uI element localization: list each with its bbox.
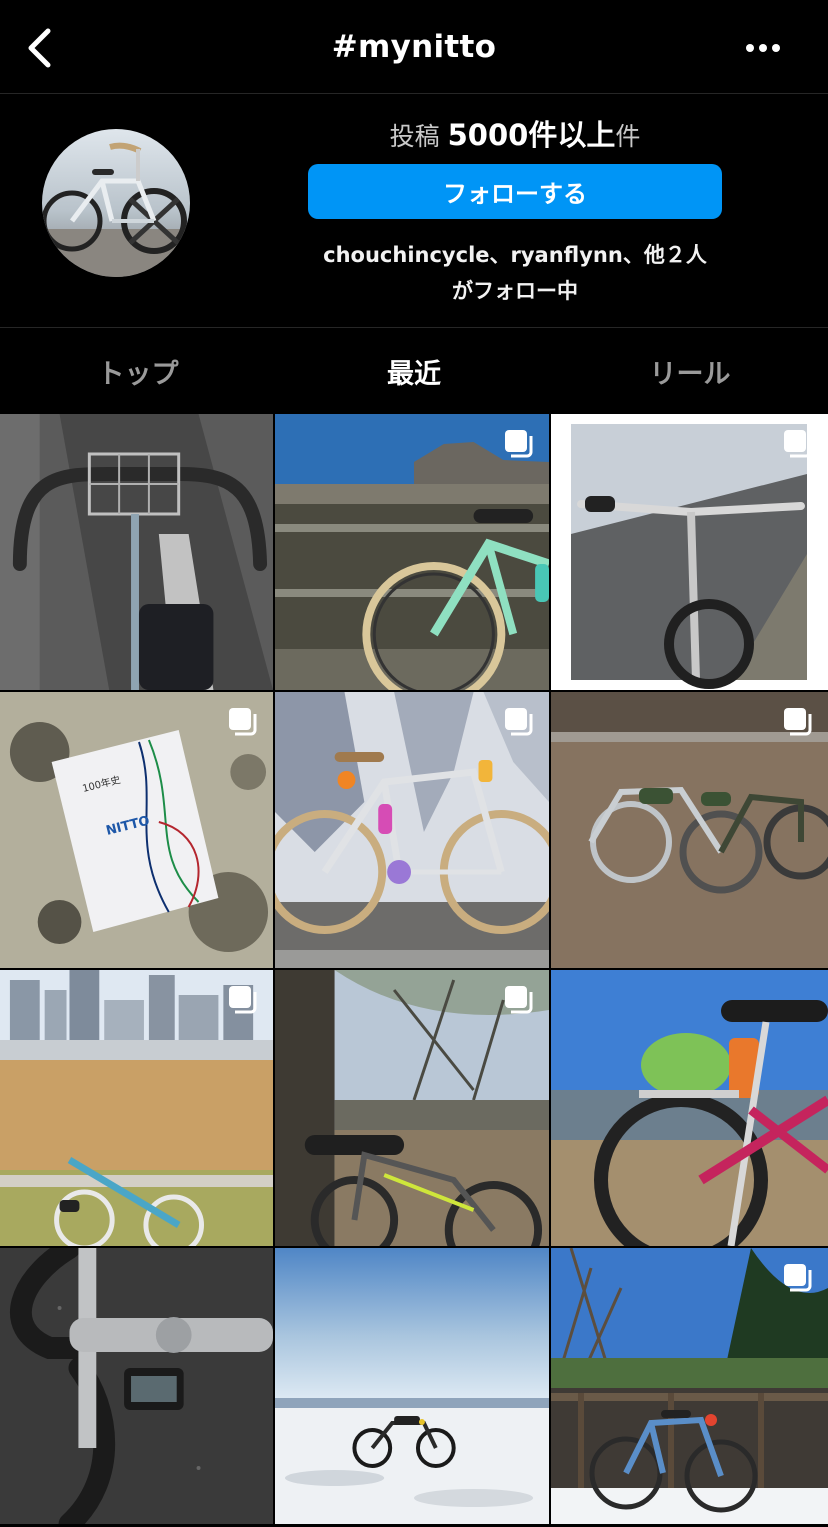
top-bar: #mynitto	[0, 0, 828, 94]
more-horizontal-icon	[746, 44, 780, 52]
multiple-photos-icon	[784, 430, 812, 458]
post-thumbnail[interactable]	[275, 692, 551, 968]
post-thumbnail[interactable]	[551, 970, 828, 1246]
post-thumbnail[interactable]	[0, 1248, 275, 1524]
post-thumbnail[interactable]	[551, 692, 828, 968]
more-options-button[interactable]	[738, 30, 788, 66]
back-button[interactable]	[22, 28, 56, 68]
multiple-photos-icon	[229, 708, 257, 736]
followed-by-suffix: がフォロー中	[452, 279, 578, 303]
hashtag-info-section: 投稿 5000件以上件 フォローする chouchincycle、ryanfly…	[0, 94, 828, 328]
post-count: 投稿 5000件以上件	[308, 112, 722, 154]
multiple-photos-icon	[784, 708, 812, 736]
post-thumbnail[interactable]	[551, 414, 828, 690]
multiple-photos-icon	[505, 430, 533, 458]
hashtag-avatar	[42, 129, 190, 277]
tab-top[interactable]: トップ	[0, 328, 276, 414]
post-thumbnail[interactable]	[0, 970, 275, 1246]
multiple-photos-icon	[784, 1264, 812, 1292]
tab-recent[interactable]: 最近	[276, 328, 552, 414]
post-thumbnail[interactable]: 100年史 NITTO	[0, 692, 275, 968]
post-thumbnail[interactable]	[0, 414, 275, 690]
follow-button[interactable]: フォローする	[308, 164, 722, 219]
posts-prefix: 投稿	[389, 122, 440, 151]
multiple-photos-icon	[229, 986, 257, 1014]
feed-tabs: トップ 最近 リール	[0, 328, 828, 414]
tab-reels[interactable]: リール	[552, 328, 828, 414]
post-thumbnail[interactable]	[275, 970, 551, 1246]
post-thumbnail[interactable]	[551, 1248, 828, 1524]
followed-by-names: chouchincycle、ryanflynn、他２人	[323, 243, 707, 267]
post-grid: 100年史 NITTO	[0, 414, 828, 1527]
post-thumbnail[interactable]	[275, 1248, 551, 1524]
post-thumbnail[interactable]	[275, 414, 551, 690]
hashtag-title: #mynitto	[331, 28, 497, 65]
multiple-photos-icon	[505, 708, 533, 736]
multiple-photos-icon	[505, 986, 533, 1014]
posts-count-unit: 件以上	[528, 118, 616, 152]
chevron-left-icon	[28, 28, 51, 68]
followed-by-text: chouchincycle、ryanflynn、他２人 がフォロー中	[290, 237, 740, 309]
posts-count-value: 5000	[447, 118, 529, 152]
posts-suffix: 件	[615, 122, 641, 151]
